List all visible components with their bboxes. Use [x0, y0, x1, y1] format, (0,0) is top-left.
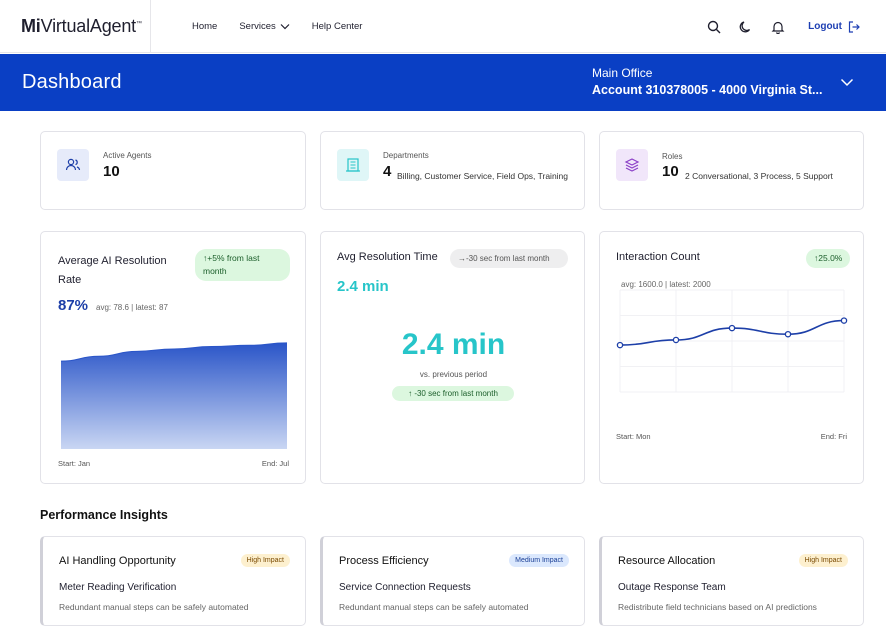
x-end-label: End: Fri	[820, 432, 847, 441]
nav-actions: Logout	[690, 0, 860, 53]
change-badge-secondary: ↑ -30 sec from last month	[392, 386, 514, 401]
users-icon	[57, 149, 89, 181]
stat-card-roles: Roles 10 2 Conversational, 3 Process, 5 …	[599, 131, 864, 210]
account-selector[interactable]: Main Office Account 310378005 - 4000 Vir…	[592, 66, 842, 97]
brand-name: MiVirtualAgent™	[21, 16, 142, 36]
page-title: Dashboard	[22, 71, 122, 93]
insight-card[interactable]: Process Efficiency Medium Impact Service…	[320, 536, 585, 626]
top-navigation: MiVirtualAgent™ Home Services Help Cente…	[0, 0, 886, 53]
main-nav: Home Services Help Center	[192, 0, 362, 53]
impact-badge: High Impact	[240, 554, 290, 567]
data-point[interactable]	[728, 324, 736, 332]
insight-description: Redundant manual steps can be safely aut…	[339, 602, 529, 612]
x-start-label: Start: Jan	[58, 459, 91, 468]
comparison-label: vs. previous period	[419, 370, 488, 379]
interaction-line-chart	[616, 289, 848, 393]
metric-summary: avg: 78.6 | latest: 87	[96, 303, 168, 312]
metric-card-resolution-time: Avg Resolution Time →-30 sec from last m…	[320, 231, 585, 484]
metric-card-interaction-count: Interaction Count ↑25.0% avg: 1600.0 | l…	[599, 231, 864, 484]
impact-badge: High Impact	[798, 554, 848, 567]
impact-badge: Medium Impact	[509, 554, 569, 567]
building-icon	[337, 149, 369, 181]
metric-value: 87%	[58, 297, 89, 314]
nav-help-center[interactable]: Help Center	[312, 21, 363, 32]
data-point[interactable]	[672, 336, 680, 344]
chevron-down-icon	[280, 24, 290, 30]
x-end-label: End: Jul	[261, 459, 289, 468]
stat-card-active-agents: Active Agents 10	[40, 131, 306, 210]
metric-value: 2.4 min	[337, 278, 389, 295]
stat-label: Departments	[383, 151, 429, 160]
metric-title: Interaction Count	[616, 251, 700, 263]
insight-subtitle: Service Connection Requests	[339, 582, 471, 593]
logout-icon	[848, 20, 860, 33]
stat-card-departments: Departments 4 Billing, Customer Service,…	[320, 131, 585, 210]
account-chevron-down-icon[interactable]	[840, 78, 854, 87]
metric-card-resolution-rate: Average AI Resolution Rate ↑+5% from las…	[40, 231, 306, 484]
account-office: Main Office	[592, 66, 653, 80]
nav-services[interactable]: Services	[239, 21, 290, 32]
insight-description: Redistribute field technicians based on …	[618, 602, 817, 612]
stat-value: 4	[383, 163, 392, 180]
area-series-fill	[61, 342, 287, 449]
change-badge: ↑+5% from last month	[195, 249, 290, 281]
search-icon[interactable]	[706, 19, 722, 35]
data-point[interactable]	[840, 317, 848, 324]
bell-icon[interactable]	[770, 19, 786, 35]
insight-title: Resource Allocation	[618, 555, 716, 567]
stat-value: 10	[662, 163, 679, 180]
insight-subtitle: Meter Reading Verification	[59, 582, 177, 593]
brand-logo[interactable]: MiVirtualAgent™	[0, 0, 151, 53]
nav-services-label: Services	[239, 21, 276, 32]
data-point[interactable]	[616, 341, 624, 349]
metric-title: Average AI Resolution Rate	[58, 255, 167, 286]
dashboard-header: Dashboard Main Office Account 310378005 …	[0, 54, 886, 111]
logout-button[interactable]: Logout	[808, 20, 860, 33]
stat-label: Roles	[662, 152, 683, 161]
x-start-label: Start: Mon	[616, 432, 651, 441]
stat-label: Active Agents	[103, 151, 152, 160]
stat-detail: 2 Conversational, 3 Process, 5 Support	[685, 171, 833, 181]
insight-title: Process Efficiency	[339, 555, 429, 567]
insight-card[interactable]: AI Handling Opportunity High Impact Mete…	[40, 536, 306, 626]
logout-label: Logout	[808, 21, 842, 32]
change-badge: →-30 sec from last month	[450, 249, 568, 268]
insight-description: Redundant manual steps can be safely aut…	[59, 602, 249, 612]
insight-card[interactable]: Resource Allocation High Impact Outage R…	[599, 536, 864, 626]
nav-home[interactable]: Home	[192, 21, 217, 32]
account-number: Account 310378005 - 4000 Virginia St...	[592, 83, 823, 97]
stat-detail: Billing, Customer Service, Field Ops, Tr…	[397, 171, 569, 181]
insight-subtitle: Outage Response Team	[618, 582, 726, 593]
metric-big-value: 2.4 min	[401, 328, 506, 361]
layers-icon	[616, 149, 648, 181]
section-title-performance-insights: Performance Insights	[40, 508, 168, 522]
moon-icon[interactable]	[738, 19, 754, 35]
change-badge: ↑25.0%	[806, 249, 851, 268]
data-point[interactable]	[784, 330, 792, 338]
resolution-area-chart	[61, 342, 287, 449]
metric-title: Avg Resolution Time	[337, 251, 438, 263]
insight-title: AI Handling Opportunity	[59, 555, 176, 567]
stat-value: 10	[103, 163, 120, 180]
